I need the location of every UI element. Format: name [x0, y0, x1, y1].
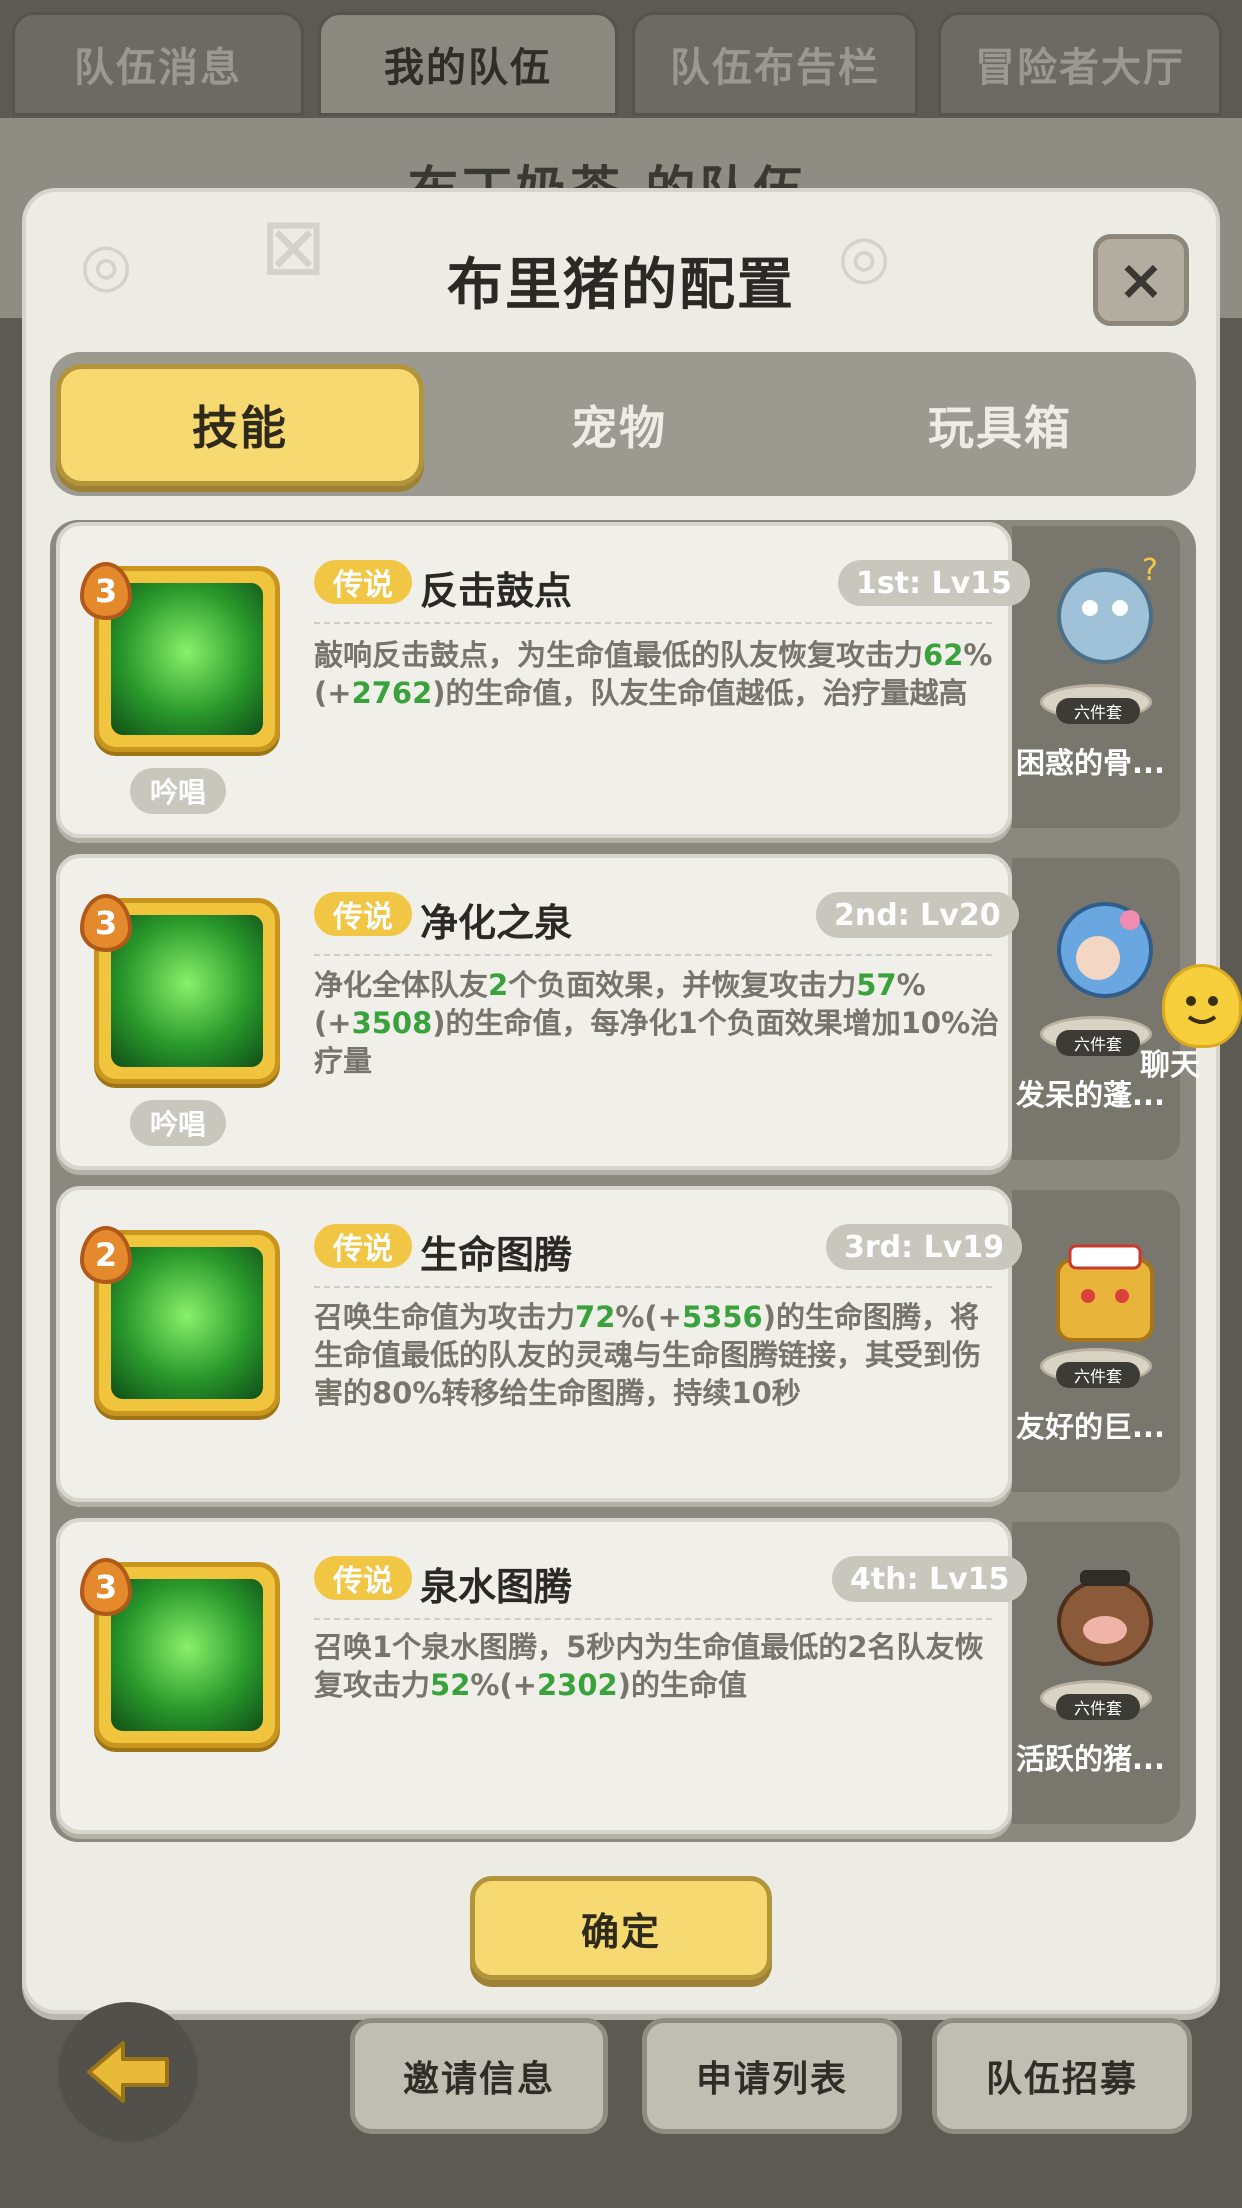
- divider: [314, 1618, 992, 1620]
- skill-name: 生命图腾: [420, 1233, 573, 1277]
- description-text: )的生命值，队友生命值越低，治疗量越高: [432, 676, 968, 710]
- set-badge: 六件套: [1056, 1694, 1140, 1720]
- set-badge: 六件套: [1056, 1030, 1140, 1056]
- invite-info-button[interactable]: 邀请信息: [350, 2018, 608, 2134]
- set-badge: 六件套: [1056, 698, 1140, 724]
- application-list-button[interactable]: 申请列表: [642, 2018, 902, 2134]
- description-text: 净化全体队友: [314, 968, 489, 1002]
- highlight-value: 5356: [681, 1300, 763, 1334]
- back-button[interactable]: [58, 2002, 198, 2142]
- pet-name: 友好的巨...: [1016, 1410, 1166, 1444]
- pet-figure-icon: [1030, 1210, 1180, 1360]
- pet-figure-icon: ?: [1030, 546, 1180, 696]
- description-text: )的生命值: [617, 1668, 747, 1702]
- description-text: 召唤生命值为攻击力: [314, 1300, 576, 1334]
- rarity-tag: 传说: [314, 892, 412, 936]
- skill-level: 2nd: Lv20: [816, 892, 1019, 938]
- divider: [314, 1286, 992, 1288]
- totem-icon: [111, 1247, 263, 1399]
- svg-text:?: ?: [1142, 553, 1158, 588]
- description-text: %(+: [470, 1668, 537, 1702]
- rarity-tag: 传说: [314, 1556, 412, 1600]
- description-text: %(+: [615, 1300, 682, 1334]
- close-button[interactable]: ×: [1093, 234, 1189, 326]
- water-drop-icon: [111, 915, 263, 1067]
- chat-face-icon[interactable]: [1162, 964, 1242, 1048]
- back-arrow-icon: [87, 2041, 169, 2103]
- spring-totem-icon: [111, 1579, 263, 1731]
- chant-label: 吟唱: [130, 768, 226, 814]
- highlight-value: 2302: [536, 1668, 618, 1702]
- description-text: 个负面效果，并恢复攻击力: [508, 968, 857, 1002]
- skill-description: 净化全体队友2个负面效果，并恢复攻击力57%(+3508)的生命值，每净化1个负…: [314, 966, 1004, 1080]
- divider: [314, 622, 992, 624]
- tab-my-team[interactable]: 我的队伍: [318, 12, 618, 116]
- skill-level: 3rd: Lv19: [826, 1224, 1023, 1270]
- skill-level: 1st: Lv15: [838, 560, 1030, 606]
- tab-team-board[interactable]: 队伍布告栏: [632, 12, 918, 116]
- chat-label[interactable]: 聊天: [1140, 1040, 1200, 1084]
- skill-name: 反击鼓点: [420, 569, 573, 613]
- confirm-button[interactable]: 确定: [470, 1876, 772, 1980]
- modal-title: 布里猪的配置: [447, 253, 795, 318]
- pet-figure-icon: [1030, 878, 1180, 1028]
- rarity-tag: 传说: [314, 560, 412, 604]
- skill-description: 召唤生命值为攻击力72%(+5356)的生命图腾，将生命值最低的队友的灵魂与生命…: [314, 1298, 1004, 1412]
- description-text: 敲响反击鼓点，为生命值最低的队友恢复攻击力: [314, 638, 924, 672]
- tab-pets[interactable]: 宠物: [434, 364, 804, 486]
- highlight-value: 52: [430, 1668, 471, 1702]
- skill-name: 泉水图腾: [420, 1565, 573, 1609]
- tab-team-messages[interactable]: 队伍消息: [12, 12, 304, 116]
- chant-label: 吟唱: [130, 1100, 226, 1146]
- heal-cross-icon: [111, 583, 263, 735]
- set-badge: 六件套: [1056, 1362, 1140, 1388]
- team-recruit-button[interactable]: 队伍招募: [932, 2018, 1192, 2134]
- divider: [314, 954, 992, 956]
- skill-description: 召唤1个泉水图腾，5秒内为生命值最低的2名队友恢复攻击力52%(+2302)的生…: [314, 1628, 1004, 1704]
- highlight-value: 72: [575, 1300, 616, 1334]
- highlight-value: 3508: [351, 1006, 433, 1040]
- skill-level: 4th: Lv15: [832, 1556, 1028, 1602]
- tab-toybox[interactable]: 玩具箱: [814, 364, 1186, 486]
- highlight-value: 57: [856, 968, 897, 1002]
- rarity-tag: 传说: [314, 1224, 412, 1268]
- highlight-value: 2: [488, 968, 509, 1002]
- pet-name: 活跃的猪...: [1016, 1742, 1166, 1776]
- skill-description: 敲响反击鼓点，为生命值最低的队友恢复攻击力62%(+2762)的生命值，队友生命…: [314, 636, 1004, 712]
- highlight-value: 2762: [351, 676, 433, 710]
- highlight-value: 62: [923, 638, 964, 672]
- tab-skills[interactable]: 技能: [56, 364, 424, 486]
- skill-name: 净化之泉: [420, 901, 573, 945]
- pet-figure-icon: [1030, 1542, 1180, 1692]
- pet-name: 困惑的骨...: [1016, 746, 1166, 780]
- tab-adventurer-hall[interactable]: 冒险者大厅: [938, 12, 1222, 116]
- close-icon: ×: [1117, 247, 1165, 313]
